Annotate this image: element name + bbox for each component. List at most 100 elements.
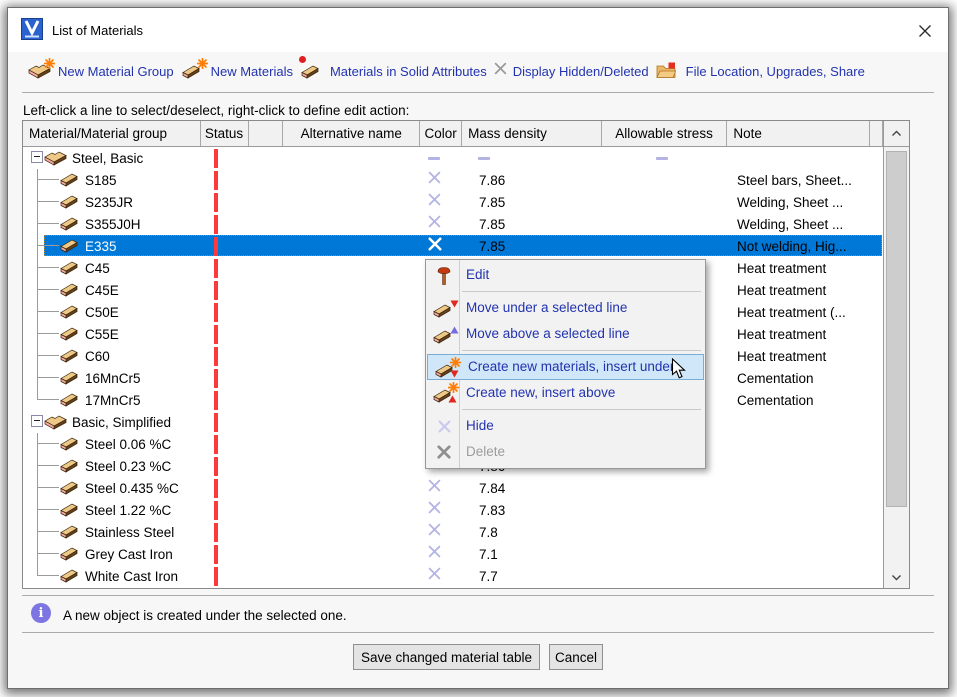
tree-line [37, 399, 59, 400]
allowable-stress-cell [603, 169, 729, 191]
status-cell [201, 345, 249, 367]
density-none-mark [478, 157, 490, 160]
tree-line [37, 201, 59, 202]
expander-minus-icon[interactable] [31, 151, 43, 163]
table-row-grey-cast-iron[interactable]: Grey Cast Iron7.1 [23, 543, 883, 565]
color-cell [421, 147, 463, 169]
mass-density-value: 7.7 [479, 569, 498, 584]
table-row-stainless-steel[interactable]: Stainless Steel7.8 [23, 521, 883, 543]
spacer-cell [249, 169, 284, 191]
color-x-icon [428, 545, 441, 563]
table-row-white-cast-iron[interactable]: White Cast Iron7.7 [23, 565, 883, 587]
menu-item-hide[interactable]: Hide [426, 413, 705, 439]
column-header-status[interactable]: Status [201, 121, 249, 146]
move-under-icon [431, 297, 457, 319]
tree-line [37, 223, 59, 224]
tree-line [37, 487, 59, 488]
column-header-allowable-stress[interactable]: Allowable stress [602, 121, 728, 146]
toolbar-item-label: File Location, Upgrades, Share [686, 64, 865, 79]
note-value: Welding, Sheet ... [737, 217, 843, 232]
close-icon[interactable] [916, 22, 934, 40]
material-cell: C50E [23, 301, 201, 323]
spacer-cell [249, 301, 284, 323]
material-icon [59, 172, 79, 187]
color-x-icon [428, 479, 441, 497]
spacer-cell [249, 499, 284, 521]
color-cell [421, 565, 463, 587]
column-header-alternative-name[interactable]: Alternative name [283, 121, 420, 146]
alternative-name-cell [284, 323, 421, 345]
menu-item-label: Edit [466, 267, 489, 282]
mass-density-cell: 7.1 [463, 543, 603, 565]
window-title: List of Materials [52, 23, 143, 38]
status-cell [201, 191, 249, 213]
column-header-color[interactable]: Color [420, 121, 462, 146]
scroll-down-icon[interactable] [884, 567, 909, 588]
status-cell [201, 499, 249, 521]
vertical-scrollbar[interactable] [883, 121, 909, 588]
menu-item-create-new-materials-insert-under[interactable]: Create new materials, insert under [427, 354, 704, 380]
menu-item-edit[interactable]: Edit [426, 262, 705, 288]
allowable-stress-cell [603, 147, 729, 169]
menu-item-move-above-a-selected-line[interactable]: Move above a selected line [426, 321, 705, 347]
app-logo-icon [21, 18, 43, 40]
column-header-material-material-group[interactable]: Material/Material group [23, 121, 201, 146]
save-button[interactable]: Save changed material table [353, 644, 540, 670]
column-header-empty-8[interactable] [870, 121, 883, 146]
material-icon [59, 348, 79, 363]
table-row-s355j0h[interactable]: S355J0H7.85Welding, Sheet ... [23, 213, 883, 235]
color-x-icon [428, 501, 441, 519]
toolbar-item-file-location-upgrades-share[interactable]: File Location, Upgrades, Share [656, 58, 865, 85]
menu-separator [462, 409, 701, 410]
material-label: C45E [85, 283, 119, 298]
spacer-cell [249, 279, 284, 301]
material-cell: C55E [23, 323, 201, 345]
status-mark [214, 457, 218, 476]
mass-density-value: 7.8 [479, 525, 498, 540]
statusbar-separator-bottom [22, 632, 934, 633]
status-mark [214, 259, 218, 278]
status-cell [201, 565, 249, 587]
status-cell [201, 521, 249, 543]
scrollbar-thumb[interactable] [886, 151, 907, 507]
table-row-steel-0-435-c[interactable]: Steel 0.435 %C7.84 [23, 477, 883, 499]
scroll-up-icon[interactable] [884, 121, 909, 147]
expander-minus-icon[interactable] [31, 415, 43, 427]
dialog-window: List of Materials New Material Group New … [7, 7, 949, 689]
tree-line [37, 323, 38, 345]
toolbar-item-materials-in-solid-attributes[interactable]: Materials in Solid Attributes [300, 58, 487, 85]
material-icon [59, 194, 79, 209]
alternative-name-cell [284, 213, 421, 235]
material-label: S185 [85, 173, 117, 188]
tree-line [37, 455, 38, 477]
tree-line [37, 289, 59, 290]
tree-line [37, 575, 59, 576]
table-row-steel-1-22-c[interactable]: Steel 1.22 %C7.83 [23, 499, 883, 521]
cancel-button[interactable]: Cancel [549, 644, 603, 670]
table-row-s235jr[interactable]: S235JR7.85Welding, Sheet ... [23, 191, 883, 213]
toolbar-item-new-material-group[interactable]: New Material Group [28, 58, 174, 85]
material-label: Steel 0.23 %C [85, 459, 171, 474]
toolbar-item-display-hidden-deleted[interactable]: Display Hidden/Deleted [494, 62, 649, 80]
column-header-mass-density[interactable]: Mass density [462, 121, 602, 146]
color-x-icon [428, 567, 441, 585]
tree-line [37, 333, 59, 334]
material-cell: C45 [23, 257, 201, 279]
table-row-e335[interactable]: E3357.85Not welding, Hig... [23, 235, 883, 257]
menu-item-move-under-a-selected-line[interactable]: Move under a selected line [426, 295, 705, 321]
table-row-s185[interactable]: S1857.86Steel bars, Sheet... [23, 169, 883, 191]
table-row-group-steel-basic[interactable]: Steel, Basic [23, 147, 883, 169]
toolbar-item-new-materials[interactable]: New Materials [181, 58, 293, 85]
material-group-label: Steel, Basic [72, 151, 143, 166]
mass-density-value: 7.84 [479, 481, 505, 496]
tree-line [37, 499, 38, 521]
menu-item-create-new-insert-above[interactable]: Create new, insert above [426, 380, 705, 406]
alternative-name-cell [284, 257, 421, 279]
column-header-empty-2[interactable] [249, 121, 284, 146]
column-header-note[interactable]: Note [727, 121, 870, 146]
note-cell [729, 147, 872, 169]
material-cell: S235JR [23, 191, 201, 213]
toolbar-item-label: New Material Group [58, 64, 174, 79]
color-cell [421, 543, 463, 565]
color-cell [421, 235, 463, 257]
